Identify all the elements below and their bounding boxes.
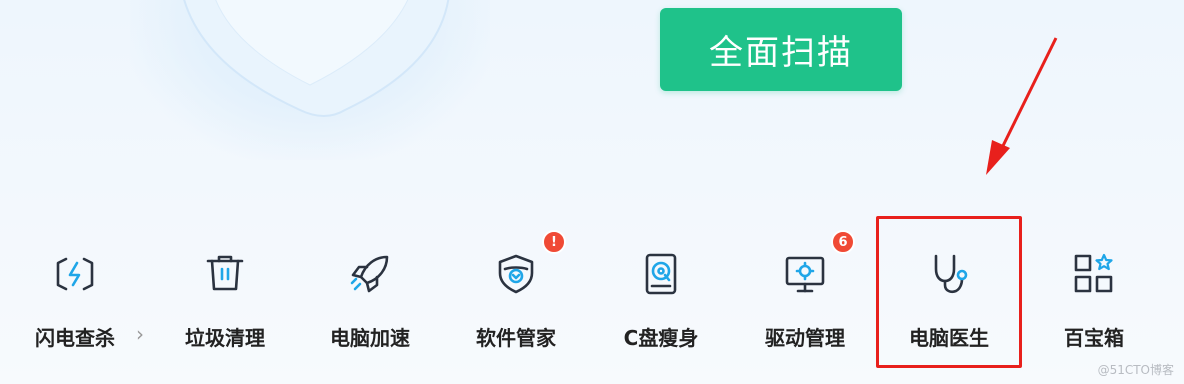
- lightning-icon: [49, 248, 101, 300]
- shield-graphic: [183, 0, 450, 117]
- tool-label: C盘瘦身: [623, 326, 699, 350]
- count-badge: 6: [831, 230, 855, 254]
- highlight-box: [876, 216, 1022, 368]
- tool-label: 百宝箱: [1064, 326, 1124, 350]
- tool-label: 软件管家: [476, 326, 556, 350]
- tool-pc-boost[interactable]: 电脑加速: [300, 248, 440, 358]
- monitor-gear-icon: [779, 248, 831, 300]
- tool-flash-scan[interactable]: 闪电查杀: [5, 248, 145, 358]
- full-scan-button[interactable]: 全面扫描: [660, 8, 902, 91]
- tool-label: 驱动管理: [765, 326, 845, 350]
- tool-driver-manager[interactable]: 6 驱动管理: [735, 230, 875, 358]
- tool-software-manager[interactable]: ! 软件管家: [446, 230, 586, 358]
- red-arrow-annotation: [986, 37, 1058, 175]
- tool-label: 电脑加速: [330, 326, 410, 350]
- watermark: @51CTO博客: [1097, 363, 1174, 377]
- tool-junk-clean[interactable]: 垃圾清理: [155, 248, 295, 358]
- shield-app-icon: [490, 248, 542, 300]
- rocket-icon: [344, 248, 396, 300]
- alert-badge: !: [542, 230, 566, 254]
- tool-label: 垃圾清理: [185, 326, 265, 350]
- tool-label: 闪电查杀: [35, 326, 115, 350]
- toolbox-grid-icon: [1068, 248, 1120, 300]
- tool-toolbox[interactable]: 百宝箱: [1024, 248, 1164, 358]
- chevron-right-icon[interactable]: ›: [136, 322, 144, 346]
- tool-c-drive-slim[interactable]: C盘瘦身: [591, 248, 731, 358]
- disk-icon: [635, 248, 687, 300]
- trash-icon: [199, 248, 251, 300]
